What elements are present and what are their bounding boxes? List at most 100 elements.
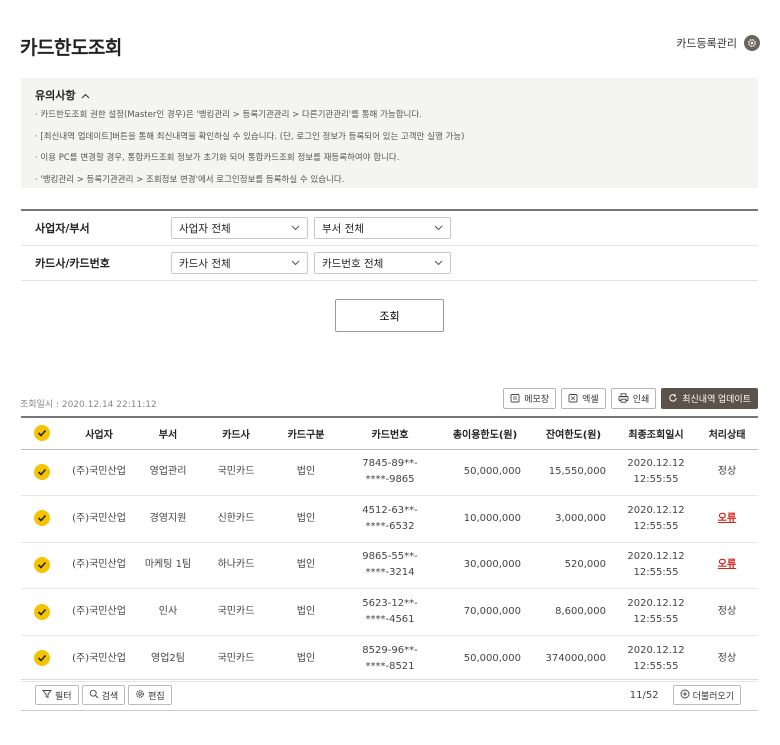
card-number-line2: ****-8521 <box>365 660 415 672</box>
excel-button[interactable]: 엑셀 <box>561 388 606 409</box>
cell-last-lookup: 2020.12.12 12:55:55 <box>616 589 696 636</box>
cell-status: 오류 <box>696 542 758 589</box>
table-row[interactable]: (주)국민산업 마케팅 1팀 하나카드 법인 9865-55**- ****-32… <box>21 542 758 589</box>
cell-issuer: 신한카드 <box>217 512 255 524</box>
cell-total-limit: 50,000,000 <box>463 652 521 664</box>
filter-row-company: 사업자/부서 사업자 전체 부서 전체 <box>21 211 758 246</box>
cell-status: 정상 <box>717 652 737 664</box>
edit-label: 편집 <box>148 690 165 701</box>
page-count: 11/52 <box>629 689 659 701</box>
filter-label: 필터 <box>55 690 72 701</box>
memo-icon <box>510 393 520 405</box>
excel-label: 엑셀 <box>582 394 599 404</box>
cell-card-type: 법인 <box>296 606 316 618</box>
cell-status: 정상 <box>717 466 737 478</box>
notice-item: · [최신내역 업데이트]버튼을 통해 최신내역을 확인하실 수 있습니다. (… <box>35 131 465 142</box>
cell-remaining-limit: 15,550,000 <box>548 466 606 478</box>
cell-card-number: 9865-55**- ****-3214 <box>341 542 439 589</box>
dept-select[interactable]: 부서 전체 <box>314 217 451 239</box>
filter-button[interactable]: 필터 <box>35 685 79 705</box>
status-error-link[interactable]: 오류 <box>718 513 736 524</box>
row-checkbox[interactable] <box>21 449 63 496</box>
card-number-select[interactable]: 카드번호 전체 <box>314 252 451 274</box>
cell-status: 오류 <box>696 496 758 543</box>
col-header-status: 처리상태 <box>708 429 746 441</box>
check-icon <box>34 463 50 480</box>
card-number-line1: 5623-12**- <box>362 598 418 610</box>
cell-dept: 경영지원 <box>149 512 187 524</box>
cell-remaining-limit: 3,000,000 <box>555 512 606 524</box>
search-table-button[interactable]: 검색 <box>81 685 126 705</box>
table-row[interactable]: (주)국민산업 영업관리 국민카드 법인 7845-89**- ****-9865… <box>21 449 758 496</box>
check-icon <box>34 510 50 527</box>
cell-company: (주)국민산업 <box>72 512 126 524</box>
check-icon <box>34 603 50 620</box>
cell-card-number: 5623-12**- ****-4561 <box>341 589 439 636</box>
notice-box: 유의사항 · 카드한도조회 권한 설정(Master인 경우)은 '뱅킹관리 >… <box>21 78 758 188</box>
update-button[interactable]: 최신내역 업데이트 <box>661 388 758 409</box>
cell-dept: 마케팅 1팀 <box>144 559 192 571</box>
chevron-down-icon <box>434 257 443 269</box>
notice-item: · 이용 PC를 변경할 경우, 통합카드조회 정보가 초기화 되어 통합카드조… <box>35 153 400 163</box>
cell-dept: 영업관리 <box>149 466 187 478</box>
row-checkbox[interactable] <box>21 635 63 682</box>
card-number-line1: 9865-55**- <box>362 551 418 563</box>
search-button[interactable]: 조회 <box>335 299 444 332</box>
lookup-time: 12:55:55 <box>633 614 679 626</box>
cell-remaining-limit: 374000,000 <box>545 652 606 664</box>
card-number-line2: ****-9865 <box>365 474 415 486</box>
notice-header[interactable]: 유의사항 <box>35 87 744 103</box>
search-label: 검색 <box>101 690 119 701</box>
cell-card-type: 법인 <box>296 652 316 664</box>
card-mgmt-label: 카드등록관리 <box>676 37 737 50</box>
search-icon <box>89 689 99 701</box>
row-checkbox[interactable] <box>21 589 63 636</box>
card-number-select-value: 카드번호 전체 <box>322 257 384 270</box>
memo-button[interactable]: 메모장 <box>503 388 557 409</box>
cell-company: (주)국민산업 <box>72 559 126 571</box>
cell-card-type: 법인 <box>296 466 316 478</box>
table-toolbar: 메모장 엑셀 인쇄 최신내역 업데이트 <box>503 388 758 409</box>
cell-last-lookup: 2020.12.12 12:55:55 <box>616 542 696 589</box>
col-header-last-lookup: 최종조회일시 <box>628 429 684 441</box>
row-checkbox[interactable] <box>21 496 63 543</box>
card-mgmt-link[interactable]: 카드등록관리 <box>676 35 760 51</box>
select-all-checkbox[interactable] <box>21 417 63 449</box>
lookup-date: 2020.12.12 <box>627 644 685 656</box>
chevron-up-icon <box>81 89 90 102</box>
filter-row-card: 카드사/카드번호 카드사 전체 카드번호 전체 <box>21 246 758 281</box>
table-footer: 필터 검색 편집 11/52 더불러오기 <box>21 679 758 711</box>
notice-item: · '뱅킹관리 > 등록기관관리 > 조회정보 변경'에서 로그인정보를 등록하… <box>35 174 345 185</box>
card-number-line2: ****-3214 <box>365 567 415 579</box>
cell-company: (주)국민산업 <box>72 466 126 478</box>
cell-total-limit: 50,000,000 <box>463 466 521 478</box>
gear-icon <box>744 35 760 51</box>
issuer-select-value: 카드사 전체 <box>179 257 231 270</box>
memo-label: 메모장 <box>524 394 550 404</box>
issuer-select[interactable]: 카드사 전체 <box>171 252 308 274</box>
load-more-button[interactable]: 더불러오기 <box>672 685 741 705</box>
edit-button[interactable]: 편집 <box>128 685 172 705</box>
print-button[interactable]: 인쇄 <box>610 388 657 409</box>
cell-issuer: 하나카드 <box>217 559 255 571</box>
gear-icon <box>135 689 145 701</box>
cell-last-lookup: 2020.12.12 12:55:55 <box>616 635 696 682</box>
card-number-line1: 8529-96**- <box>362 644 418 656</box>
company-select-value: 사업자 전체 <box>179 222 231 235</box>
chevron-down-icon <box>434 222 443 234</box>
cell-total-limit: 70,000,000 <box>463 606 521 618</box>
col-header-total-limit: 총이용한도(원) <box>452 429 518 441</box>
filter-icon <box>42 689 52 701</box>
row-checkbox[interactable] <box>21 542 63 589</box>
printer-icon <box>618 392 629 405</box>
col-header-card-number: 카드번호 <box>371 429 409 441</box>
filter-label-company: 사업자/부서 <box>35 222 90 235</box>
table-row[interactable]: (주)국민산업 영업2팀 국민카드 법인 8529-96**- ****-8521… <box>21 635 758 682</box>
status-error-link[interactable]: 오류 <box>718 559 736 570</box>
table-row[interactable]: (주)국민산업 경영지원 신한카드 법인 4512-63**- ****-6532… <box>21 496 758 543</box>
table-row[interactable]: (주)국민산업 인사 국민카드 법인 5623-12**- ****-4561 7… <box>21 589 758 636</box>
card-number-line2: ****-6532 <box>365 520 415 532</box>
cell-remaining-limit: 8,600,000 <box>555 606 606 618</box>
company-select[interactable]: 사업자 전체 <box>171 217 308 239</box>
page-title: 카드한도조회 <box>20 37 122 59</box>
